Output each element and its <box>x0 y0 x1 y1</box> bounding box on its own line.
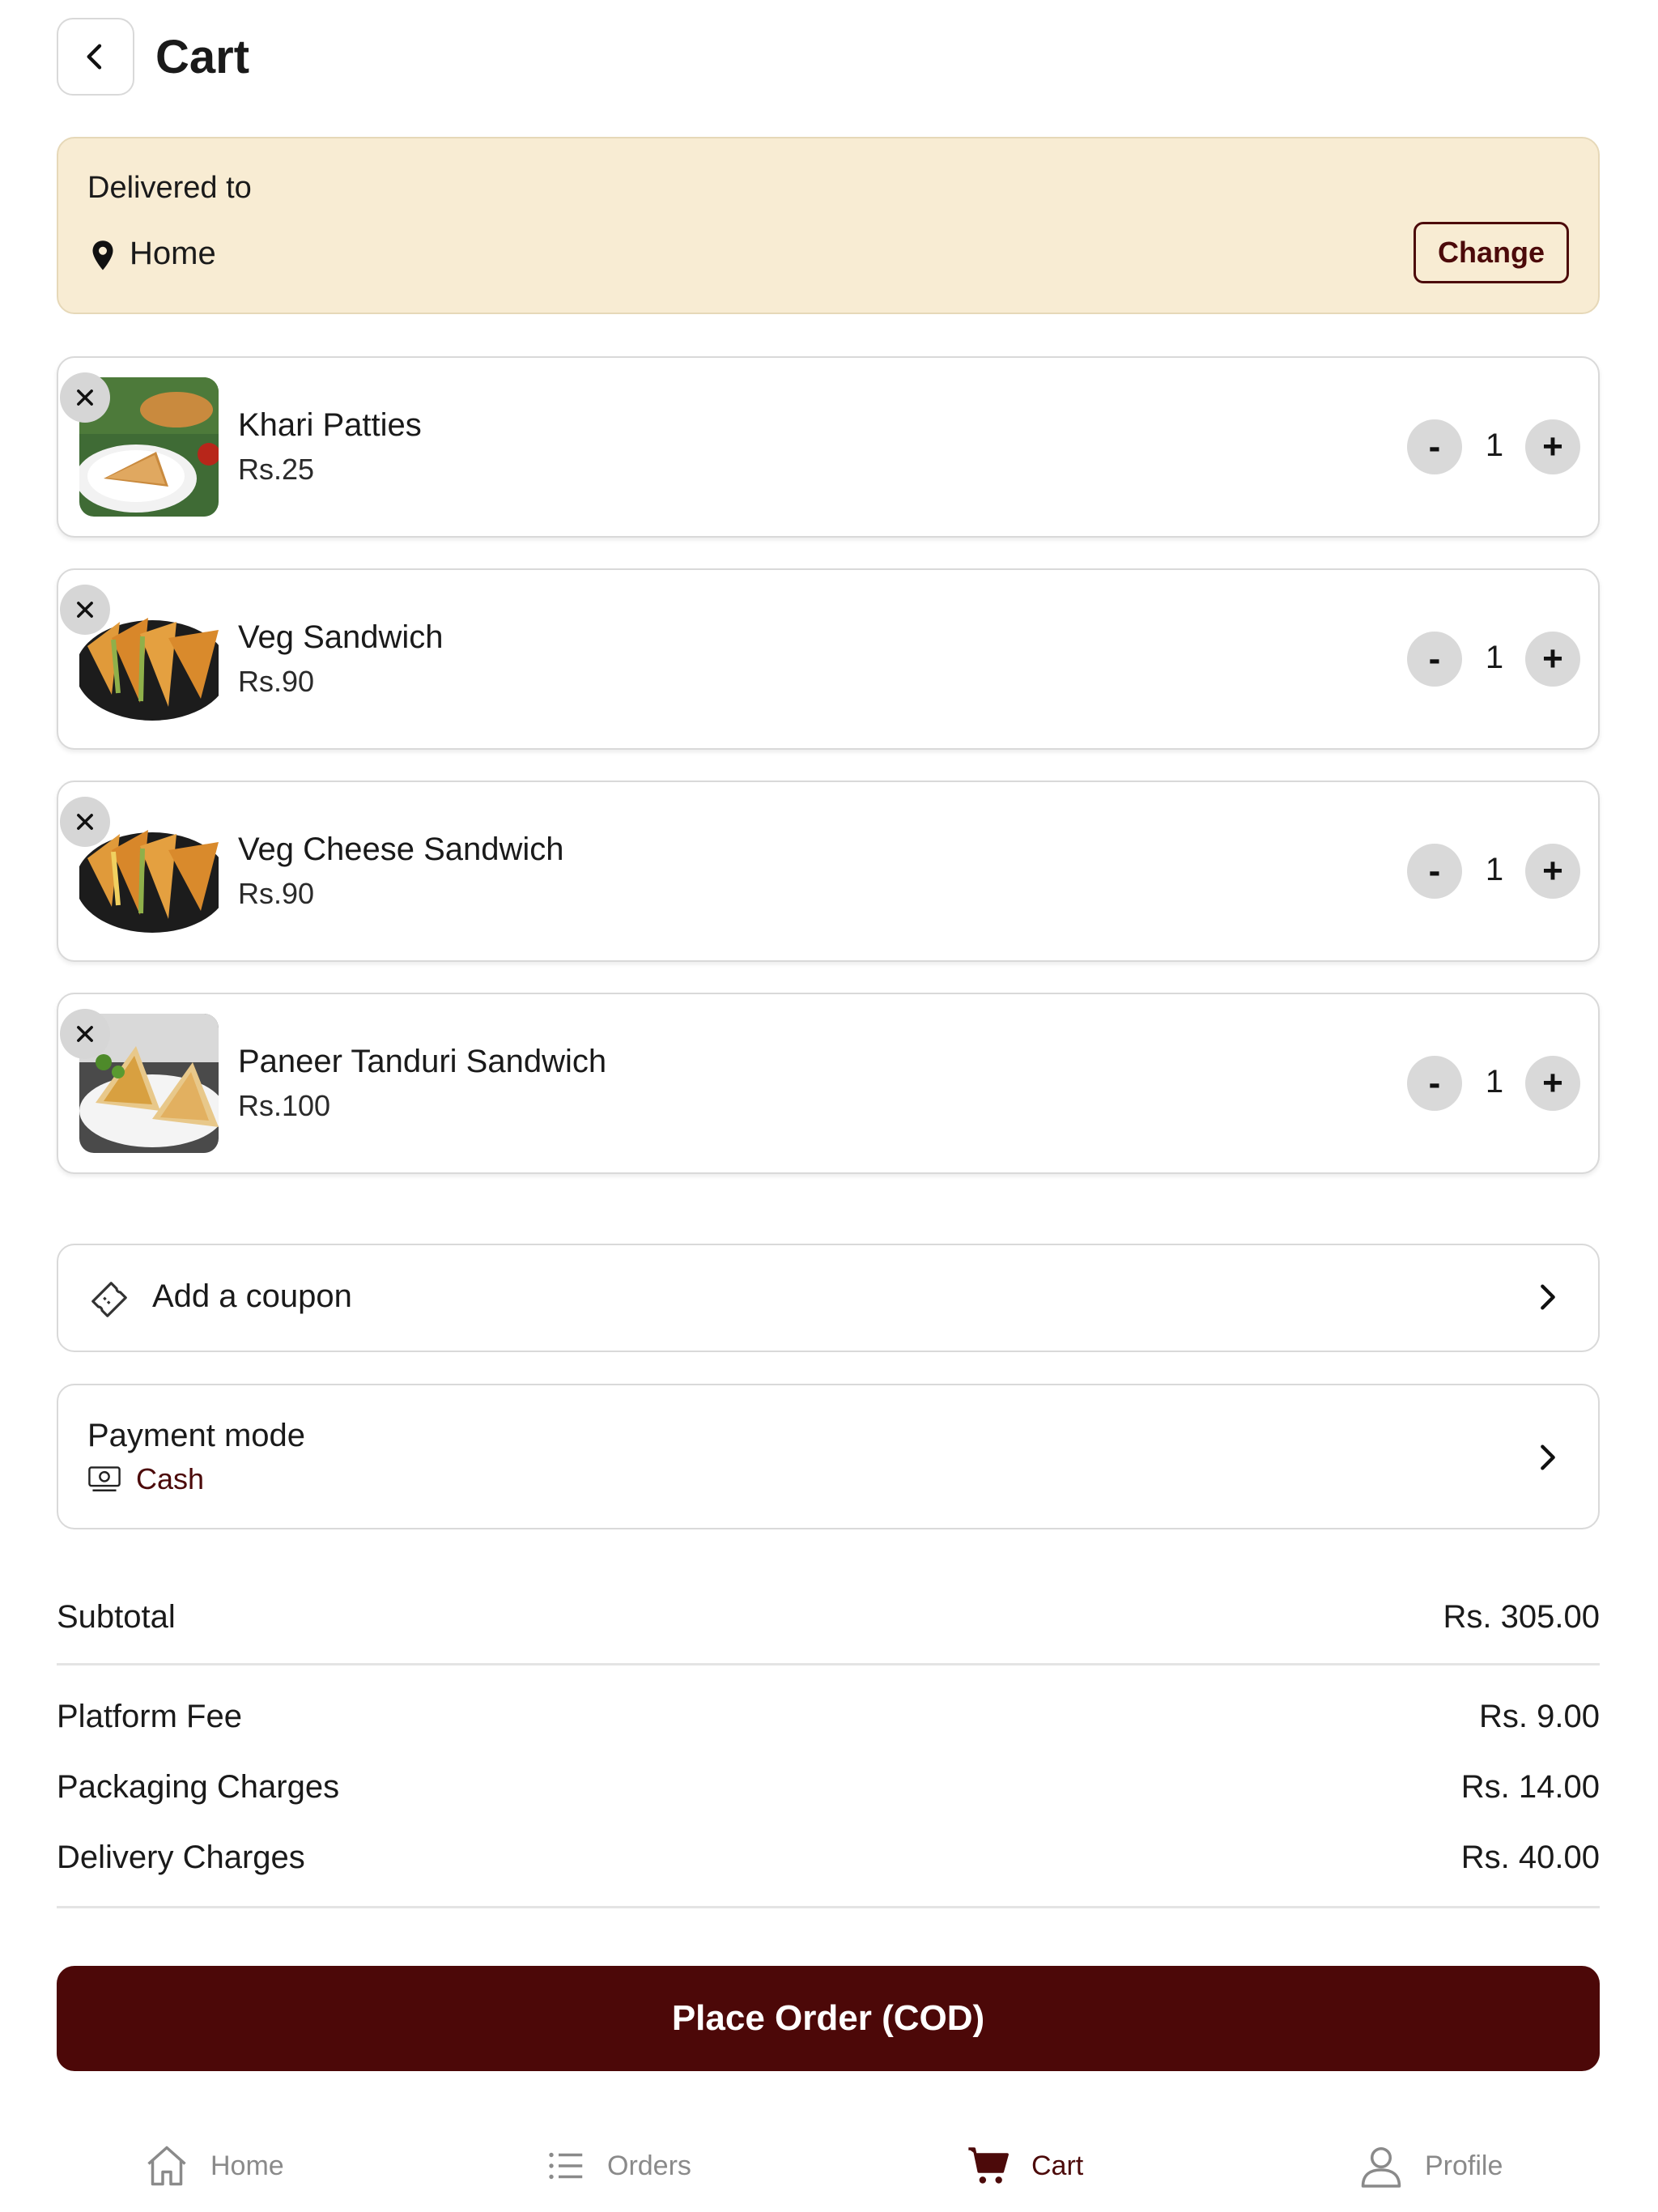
close-icon <box>77 602 93 618</box>
increase-quantity-button[interactable]: + <box>1525 419 1580 474</box>
item-quantity: 1 <box>1485 1064 1504 1100</box>
decrease-quantity-button[interactable]: - <box>1407 419 1462 474</box>
place-order-button[interactable]: Place Order (COD) <box>57 1966 1600 2071</box>
cart-icon <box>968 2147 1009 2184</box>
item-quantity: 1 <box>1485 852 1504 887</box>
nav-home[interactable]: Home <box>142 2129 284 2202</box>
payment-mode-button[interactable] <box>57 1384 1600 1529</box>
delivery-charges-value: Rs. 40.00 <box>1460 1840 1600 1875</box>
remove-item-button[interactable] <box>60 585 110 635</box>
increase-quantity-button[interactable]: + <box>1525 1056 1580 1111</box>
subtotal-label: Subtotal <box>57 1599 176 1635</box>
item-quantity: 1 <box>1485 640 1504 675</box>
nav-cart[interactable]: Cart <box>967 2129 1083 2202</box>
payment-mode-value: Cash <box>136 1462 205 1495</box>
decrease-quantity-button[interactable]: - <box>1407 844 1462 899</box>
item-price: Rs.90 <box>238 665 315 698</box>
item-name: Khari Patties <box>238 407 422 443</box>
list-icon <box>549 2152 583 2180</box>
packaging-charges-label: Packaging Charges <box>57 1769 340 1805</box>
cart-item: Veg Cheese Sandwich Rs.90 - 1 + <box>57 781 1600 962</box>
remove-item-button[interactable] <box>60 1009 110 1059</box>
remove-item-button[interactable] <box>60 797 110 847</box>
cart-item: Veg Sandwich Rs.90 - 1 + <box>57 568 1600 750</box>
cart-item: Paneer Tanduri Sandwich Rs.100 - 1 + <box>57 993 1600 1174</box>
close-icon <box>77 389 93 406</box>
payment-mode-title: Payment mode <box>87 1418 306 1453</box>
nav-orders[interactable]: Orders <box>544 2129 691 2202</box>
item-price: Rs.100 <box>238 1089 331 1122</box>
item-price: Rs.90 <box>238 877 315 910</box>
close-icon <box>77 814 93 830</box>
page-title: Cart <box>155 31 250 83</box>
add-coupon-label: Add a coupon <box>152 1278 352 1314</box>
nav-profile-label: Profile <box>1425 2150 1503 2181</box>
cart-item: Khari Patties Rs.25 - 1 + <box>57 356 1600 538</box>
cash-icon <box>88 1466 121 1491</box>
decrease-quantity-button[interactable]: - <box>1407 632 1462 687</box>
item-quantity: 1 <box>1485 428 1504 463</box>
delivery-card <box>57 137 1600 314</box>
home-icon <box>147 2146 186 2186</box>
divider <box>57 1663 1600 1665</box>
divider <box>57 1906 1600 1908</box>
item-name: Paneer Tanduri Sandwich <box>238 1044 607 1079</box>
platform-fee-value: Rs. 9.00 <box>1479 1699 1600 1734</box>
delivery-charges-label: Delivery Charges <box>57 1840 305 1875</box>
increase-quantity-button[interactable]: + <box>1525 844 1580 899</box>
increase-quantity-button[interactable]: + <box>1525 632 1580 687</box>
decrease-quantity-button[interactable]: - <box>1407 1056 1462 1111</box>
item-name: Veg Cheese Sandwich <box>238 832 564 867</box>
platform-fee-label: Platform Fee <box>57 1699 242 1734</box>
item-name: Veg Sandwich <box>238 619 444 655</box>
delivered-to-label: Delivered to <box>87 171 252 205</box>
nav-cart-label: Cart <box>1031 2150 1084 2181</box>
item-price: Rs.25 <box>238 453 315 486</box>
chevron-right-icon <box>1541 1284 1555 1310</box>
coupon-icon <box>91 1282 127 1317</box>
location-pin-icon <box>92 240 113 270</box>
subtotal-value: Rs. 305.00 <box>1443 1599 1600 1635</box>
remove-item-button[interactable] <box>60 372 110 423</box>
nav-orders-label: Orders <box>607 2150 691 2181</box>
nav-home-label: Home <box>210 2150 284 2181</box>
chevron-left-icon <box>87 44 102 70</box>
nav-profile[interactable]: Profile <box>1357 2129 1503 2202</box>
change-address-button[interactable]: Change <box>1414 222 1569 283</box>
chevron-right-icon <box>1541 1444 1555 1470</box>
delivery-location: Home <box>130 236 216 271</box>
close-icon <box>77 1026 93 1042</box>
back-button[interactable] <box>57 18 134 96</box>
packaging-charges-value: Rs. 14.00 <box>1460 1769 1600 1805</box>
user-icon <box>1361 2147 1401 2188</box>
